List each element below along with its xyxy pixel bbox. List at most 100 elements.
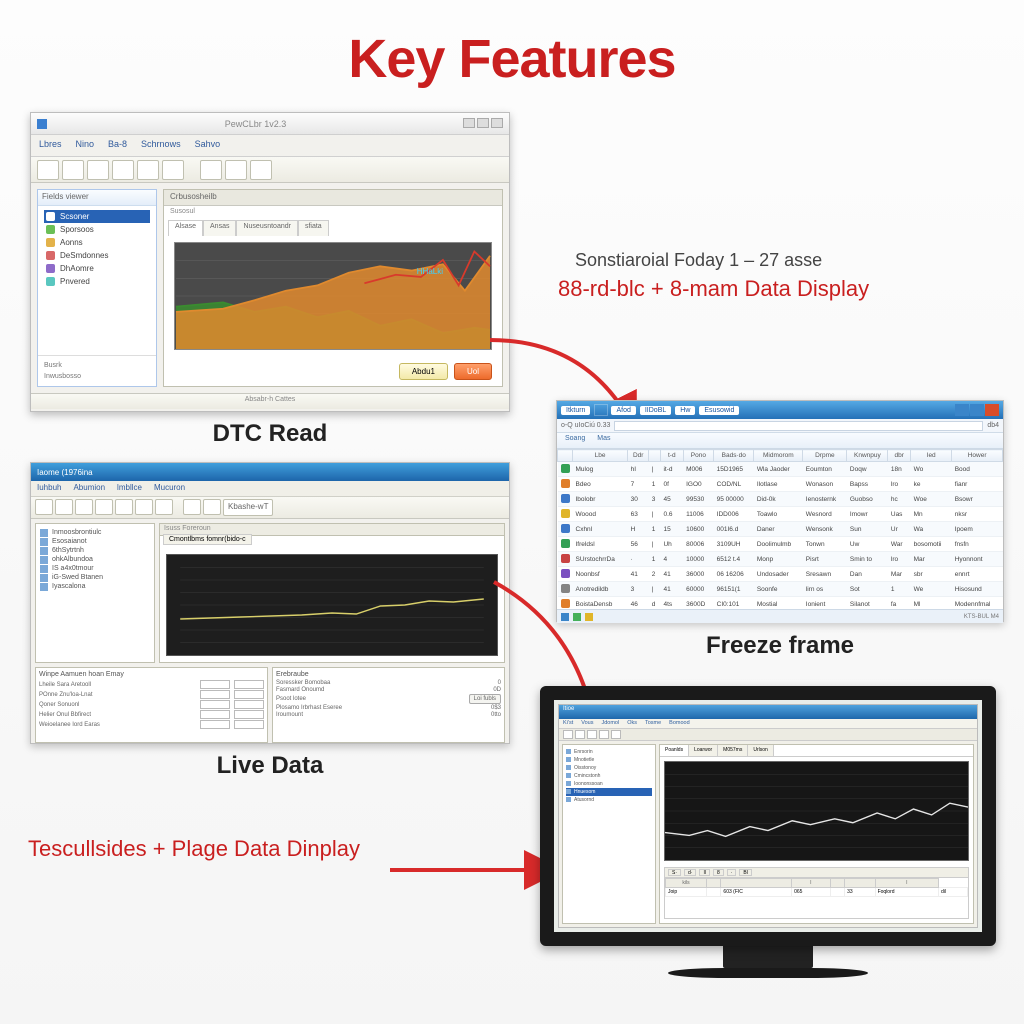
tree-item[interactable]: Esosaianot	[40, 537, 150, 546]
tree-item[interactable]: Atusornd	[566, 796, 652, 804]
toolbar-button[interactable]	[75, 499, 93, 515]
menubar[interactable]: Ki'st Vous Jdomol Oks Tosme Bomood	[559, 719, 977, 729]
menu-item[interactable]: Mas	[597, 435, 610, 446]
tree-item[interactable]: Inmoosbrontiulc	[40, 528, 150, 537]
toolbar-button[interactable]	[225, 160, 247, 180]
tb-btn[interactable]: ·	[727, 869, 737, 876]
action-button-primary[interactable]: Uol	[454, 363, 492, 380]
toolbar-button[interactable]	[35, 499, 53, 515]
toolbar[interactable]	[31, 157, 509, 183]
param-input[interactable]	[234, 700, 264, 709]
tab-bar[interactable]: Cmontlbms fomnr(bido-c	[160, 536, 504, 550]
table-row[interactable]: CxhnlH11510600001I6.dDanerWensonkSunUrWa…	[558, 522, 1003, 537]
tree-footer-item[interactable]: Inwusbosso	[42, 371, 152, 382]
tab[interactable]: Cmontlbms fomnr(bido-c	[163, 534, 252, 545]
table-row[interactable]: Ifreldsl56|Uh800063109UHDoolimulmbTonwnU…	[558, 537, 1003, 552]
menu-item[interactable]: Soang	[565, 435, 585, 446]
menubar[interactable]: Soang Mas	[557, 433, 1003, 449]
table-row[interactable]: Bdeo710fIGO0COD/NLIlotlaseWonasonBapsslr…	[558, 477, 1003, 492]
tree-pane[interactable]: Enrsorin Mnotietle Oisstonoy Cmincstonh …	[562, 744, 656, 924]
tree-item[interactable]: DeSmdonnes	[44, 249, 150, 262]
data-table[interactable]: LbeDdrt-dPonoBads·doMidmoromDrpmeKnwnpuy…	[557, 449, 1003, 609]
toolbar-button[interactable]	[250, 160, 272, 180]
toolbar-button[interactable]	[599, 730, 609, 739]
toolbar-button[interactable]	[135, 499, 153, 515]
toolbar-button[interactable]	[563, 730, 573, 739]
tab[interactable]: Urlson	[748, 745, 773, 756]
tree-item[interactable]: Iyascalona	[40, 582, 150, 591]
toolbar-button[interactable]	[587, 730, 597, 739]
param-input[interactable]	[234, 720, 264, 729]
param-input[interactable]	[200, 700, 230, 709]
tab-bar[interactable]: Alsase Ansas Nuseusntoandr sfiata	[164, 220, 502, 236]
tab[interactable]: M057ms	[718, 745, 748, 756]
toolbar-button[interactable]	[62, 160, 84, 180]
toolbar[interactable]: Kbashe-wT	[31, 497, 509, 519]
ribbon-tab[interactable]: Esusowid	[699, 406, 739, 415]
menu-item[interactable]: Ba-8	[108, 139, 127, 152]
table-row[interactable]: Anotredildb3|416000096151(1Soonfelirn os…	[558, 582, 1003, 597]
tree-item[interactable]: Sporsoos	[44, 223, 150, 236]
back-button[interactable]: Itkturn	[561, 406, 590, 415]
menu-item[interactable]: Mucuron	[154, 483, 185, 494]
tree-item[interactable]: Enrsorin	[566, 748, 652, 756]
toolbar-button[interactable]	[575, 730, 585, 739]
tree-item[interactable]: iG-Swed Btanen	[40, 573, 150, 582]
tab-bar[interactable]: Poanlds Loarwor M057ms Urlson	[660, 745, 973, 757]
toolbar-button[interactable]	[200, 160, 222, 180]
toolbar-button[interactable]	[137, 160, 159, 180]
toolbar[interactable]	[559, 729, 977, 741]
table-toolbar[interactable]: S· d· Il 8 · Bl	[665, 868, 968, 878]
table-row[interactable]: Ibolobr303459953095 00000Did-0kIenostern…	[558, 492, 1003, 507]
tree-item[interactable]: Pnvered	[44, 275, 150, 288]
action-button[interactable]: Abdu1	[399, 363, 448, 380]
toolbar-button[interactable]	[112, 160, 134, 180]
table-row[interactable]: MuloghI|it-dM00615D1965Wla JaoderEoumton…	[558, 462, 1003, 477]
toolbar-button[interactable]	[594, 404, 608, 416]
menu-item[interactable]: Schrnows	[141, 139, 181, 152]
toolbar-button[interactable]	[55, 499, 73, 515]
tree-footer-item[interactable]: Busrk	[42, 360, 152, 371]
menu-item[interactable]: Lbres	[39, 139, 62, 152]
tab[interactable]: Poanlds	[660, 745, 689, 756]
tree-pane[interactable]: Inmoosbrontiulc Esosaianot 6thSytrtnh oh…	[35, 523, 155, 663]
table-row[interactable]: SUrstochrrDa·14100006512 t.4MonpPisrtSmi…	[558, 552, 1003, 567]
tb-btn[interactable]: S·	[668, 869, 681, 876]
tab[interactable]: Nuseusntoandr	[236, 220, 297, 236]
param-input[interactable]	[200, 710, 230, 719]
tab[interactable]: Ansas	[203, 220, 236, 236]
menu-item[interactable]: Vous	[581, 720, 593, 727]
menu-item[interactable]: Bomood	[669, 720, 690, 727]
param-input[interactable]	[200, 680, 230, 689]
address-bar[interactable]: o-Q uIoCiú 0.33 db4	[557, 419, 1003, 433]
tree-item[interactable]: Cmincstonh	[566, 772, 652, 780]
table-row[interactable]: Noonbsf412413600006 16206UndosaderSresaw…	[558, 567, 1003, 582]
ribbon-tab[interactable]: IIDoBL	[640, 406, 671, 415]
param-input[interactable]	[234, 680, 264, 689]
toolbar-button[interactable]	[115, 499, 133, 515]
tb-btn[interactable]: 8	[713, 869, 724, 876]
tree-item[interactable]: Mnotietle	[566, 756, 652, 764]
param-input[interactable]	[234, 710, 264, 719]
menubar[interactable]: Iuhbuh Abumion lmbllce Mucuron	[31, 481, 509, 497]
tree-pane[interactable]: Fields viewer Scsoner Sporsoos Aonns DeS…	[37, 189, 157, 387]
tb-btn[interactable]: Il	[699, 869, 710, 876]
menu-item[interactable]: Sahvo	[195, 139, 221, 152]
tb-btn[interactable]: d·	[684, 869, 696, 876]
tree-item[interactable]: Hnuesom	[566, 788, 652, 796]
tree-item[interactable]: ohkAlbundoa	[40, 555, 150, 564]
param-input[interactable]	[200, 690, 230, 699]
tab[interactable]: Alsase	[168, 220, 203, 236]
table-row[interactable]: BoistaDensb46d4ts3600DCI0:101MostialIoni…	[558, 597, 1003, 610]
menu-item[interactable]: lmbllce	[117, 483, 142, 494]
menu-item[interactable]: Oks	[627, 720, 637, 727]
window-buttons[interactable]	[955, 404, 999, 416]
tree-item[interactable]: 6thSytrtnh	[40, 546, 150, 555]
tree-item[interactable]: IS a4x0tmour	[40, 564, 150, 573]
tree-item[interactable]: Aonns	[44, 236, 150, 249]
tree-item[interactable]: Ioononssoan	[566, 780, 652, 788]
toolbar-button[interactable]	[611, 730, 621, 739]
menu-item[interactable]: Nino	[76, 139, 95, 152]
param-input[interactable]	[234, 690, 264, 699]
tree-item[interactable]: Scsoner	[44, 210, 150, 223]
